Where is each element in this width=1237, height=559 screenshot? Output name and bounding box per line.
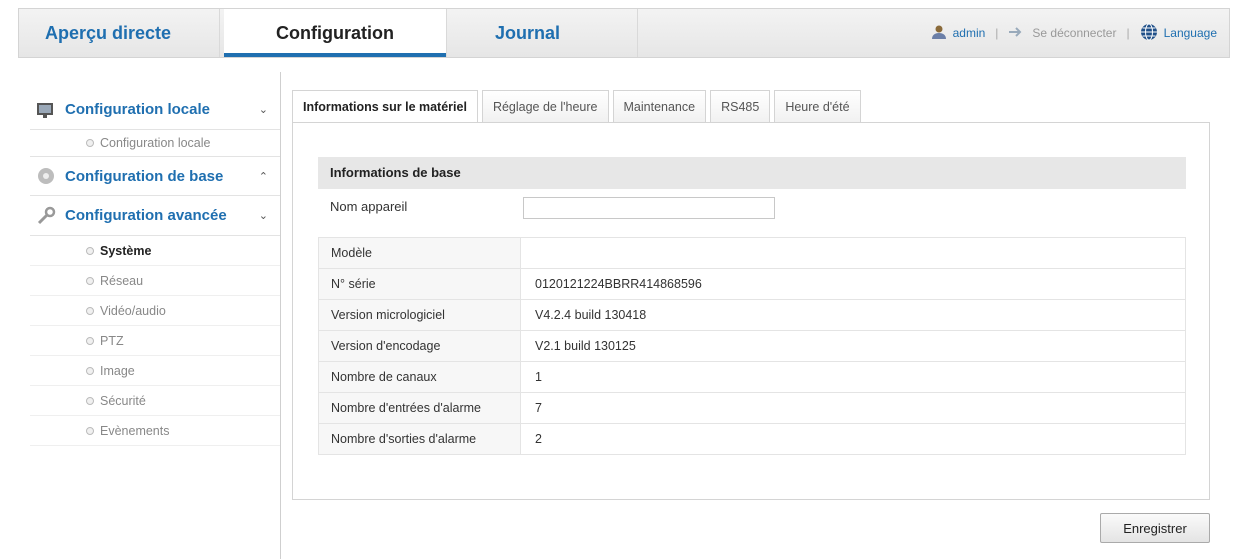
monitor-icon bbox=[36, 100, 56, 120]
logout-link[interactable]: Se déconnecter bbox=[1032, 26, 1116, 40]
device-name-label: Nom appareil bbox=[330, 199, 408, 214]
tab-maintenance[interactable]: Maintenance bbox=[612, 90, 707, 122]
save-button[interactable]: Enregistrer bbox=[1100, 513, 1210, 543]
info-value bbox=[520, 237, 1186, 269]
sidebar-item-label: Sécurité bbox=[100, 394, 146, 408]
chevron-up-icon[interactable]: ⌃ bbox=[259, 170, 268, 183]
bullet-icon bbox=[86, 247, 94, 255]
info-label: Version d'encodage bbox=[318, 330, 521, 362]
chevron-down-icon[interactable]: ⌄ bbox=[259, 103, 268, 116]
device-name-input[interactable] bbox=[523, 197, 775, 219]
sidebar-item-label: Système bbox=[100, 244, 152, 258]
sidebar-item-securite[interactable]: Sécurité bbox=[30, 386, 280, 416]
tab-reglage-heure[interactable]: Réglage de l'heure bbox=[481, 90, 609, 122]
sidebar-item-label: Vidéo/audio bbox=[100, 304, 166, 318]
tab-informations-materiel[interactable]: Informations sur le matériel bbox=[292, 90, 478, 123]
table-row: Version micrologiciel V4.2.4 build 13041… bbox=[318, 299, 1186, 331]
sidebar-item-systeme[interactable]: Système bbox=[30, 236, 280, 266]
nav-divider bbox=[637, 9, 638, 57]
top-nav-bar: Aperçu directe Configuration Journal adm… bbox=[18, 8, 1230, 58]
bullet-icon bbox=[86, 307, 94, 315]
user-area: admin | Se déconnecter | Language bbox=[931, 9, 1217, 57]
info-value: 1 bbox=[520, 361, 1186, 393]
tab-configuration[interactable]: Configuration bbox=[224, 9, 446, 57]
sidebar-item-configuration-locale[interactable]: Configuration locale bbox=[30, 130, 280, 156]
sidebar-divider bbox=[280, 72, 281, 559]
info-label: Nombre de canaux bbox=[318, 361, 521, 393]
info-label: N° série bbox=[318, 268, 521, 300]
sidebar-item-video-audio[interactable]: Vidéo/audio bbox=[30, 296, 280, 326]
chevron-down-icon[interactable]: ⌄ bbox=[259, 209, 268, 222]
nav-divider bbox=[446, 9, 447, 57]
sidebar-group-configuration-locale[interactable]: Configuration locale ⌄ bbox=[30, 90, 280, 130]
bullet-icon bbox=[86, 367, 94, 375]
user-name[interactable]: admin bbox=[953, 26, 986, 40]
info-label: Modèle bbox=[318, 237, 521, 269]
wrench-icon bbox=[36, 206, 56, 226]
tab-rs485[interactable]: RS485 bbox=[710, 90, 771, 122]
device-info-table: Modèle N° série 0120121224BBRR414868596 … bbox=[318, 237, 1186, 455]
info-label: Version micrologiciel bbox=[318, 299, 521, 331]
info-label: Nombre d'sorties d'alarme bbox=[318, 423, 521, 455]
sidebar-item-label: Evènements bbox=[100, 424, 170, 438]
info-value: V2.1 build 130125 bbox=[520, 330, 1186, 362]
sidebar-item-ptz[interactable]: PTZ bbox=[30, 326, 280, 356]
separator: | bbox=[995, 26, 999, 40]
separator: | bbox=[1126, 26, 1130, 40]
info-value: V4.2.4 build 130418 bbox=[520, 299, 1186, 331]
bullet-icon bbox=[86, 337, 94, 345]
bullet-icon bbox=[86, 139, 94, 147]
tab-journal[interactable]: Journal bbox=[495, 9, 560, 57]
table-row: Nombre d'entrées d'alarme 7 bbox=[318, 392, 1186, 424]
sidebar-item-label: Configuration locale bbox=[100, 136, 211, 150]
logout-icon bbox=[1008, 26, 1026, 41]
bullet-icon bbox=[86, 397, 94, 405]
table-row: Modèle bbox=[318, 237, 1186, 269]
table-row: Version d'encodage V2.1 build 130125 bbox=[318, 330, 1186, 362]
user-icon bbox=[931, 24, 947, 43]
globe-icon bbox=[1140, 23, 1158, 44]
tab-apercu-directe[interactable]: Aperçu directe bbox=[45, 9, 171, 57]
sidebar-group-label: Configuration de base bbox=[65, 167, 224, 185]
section-title: Informations de base bbox=[318, 157, 1186, 189]
sidebar-item-label: PTZ bbox=[100, 334, 124, 348]
sidebar-item-label: Réseau bbox=[100, 274, 144, 288]
sidebar-item-reseau[interactable]: Réseau bbox=[30, 266, 280, 296]
table-row: Nombre d'sorties d'alarme 2 bbox=[318, 423, 1186, 455]
sidebar-item-label: Image bbox=[100, 364, 135, 378]
bullet-icon bbox=[86, 427, 94, 435]
sidebar-group-label: Configuration locale bbox=[65, 101, 211, 118]
content-panel: Informations de base Nom appareil Modèle… bbox=[292, 122, 1210, 500]
nav-divider bbox=[219, 9, 220, 57]
sidebar-group-configuration-avancee[interactable]: Configuration avancée ⌄ bbox=[30, 196, 280, 236]
info-value: 7 bbox=[520, 392, 1186, 424]
sidebar-item-image[interactable]: Image bbox=[30, 356, 280, 386]
table-row: Nombre de canaux 1 bbox=[318, 361, 1186, 393]
bullet-icon bbox=[86, 277, 94, 285]
sidebar-group-label: Configuration avancée bbox=[65, 207, 227, 224]
tab-heure-ete[interactable]: Heure d'été bbox=[774, 90, 861, 122]
info-value: 2 bbox=[520, 423, 1186, 455]
config-tabs: Informations sur le matériel Réglage de … bbox=[292, 90, 861, 123]
table-row: N° série 0120121224BBRR414868596 bbox=[318, 268, 1186, 300]
info-label: Nombre d'entrées d'alarme bbox=[318, 392, 521, 424]
info-value: 0120121224BBRR414868596 bbox=[520, 268, 1186, 300]
language-link[interactable]: Language bbox=[1164, 26, 1217, 40]
sidebar-group-configuration-de-base[interactable]: Configuration de base ⌃ bbox=[30, 156, 280, 196]
disc-icon bbox=[36, 166, 56, 186]
sidebar-item-evenements[interactable]: Evènements bbox=[30, 416, 280, 446]
sidebar: Configuration locale ⌄ Configuration loc… bbox=[30, 90, 280, 446]
active-tab-indicator bbox=[224, 53, 446, 57]
